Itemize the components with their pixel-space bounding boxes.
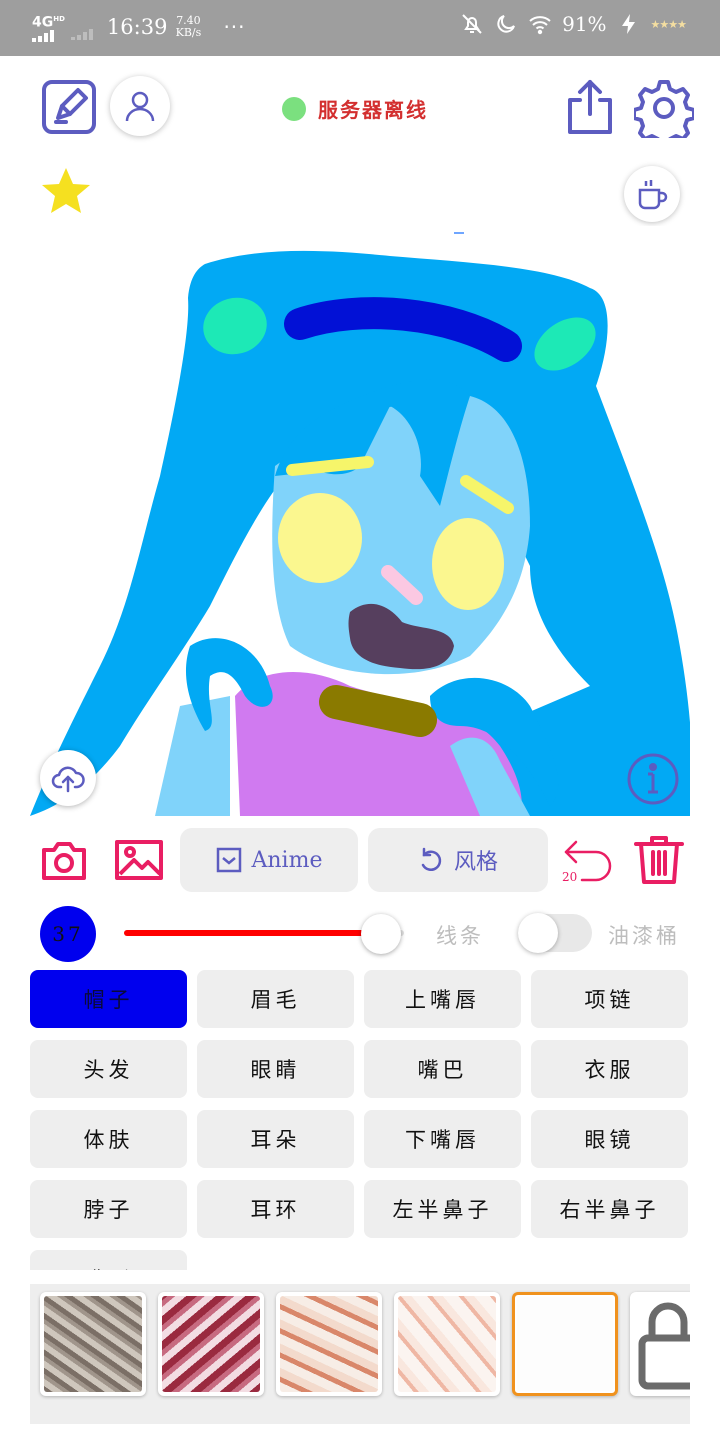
status-left: 4GHD 16:39 7.40 KB/s ··· [32,12,246,42]
trash-icon[interactable] [632,834,686,886]
net-speed: 7.40 KB/s [173,14,203,39]
status-right: 91% ★★★★ [460,12,687,36]
texture-item-2[interactable] [158,1292,264,1396]
part-button[interactable]: 右半鼻子 [531,1180,688,1238]
part-button[interactable]: 体肤 [30,1110,187,1168]
net-speed-unit: KB/s [175,25,202,39]
part-button[interactable]: 左半鼻子 [364,1180,521,1238]
camera-icon[interactable] [40,838,88,882]
check-box-icon [216,847,241,873]
signal-bars-secondary-icon [70,28,93,40]
battery-level: 91% [562,12,607,36]
neck [155,696,230,816]
settings-gear-icon[interactable] [634,78,694,138]
info-icon[interactable] [626,752,680,806]
more-notifications: ··· [223,14,246,39]
stars-badge-icon: ★★★★ [650,17,687,31]
cloud-upload-button[interactable] [40,750,96,806]
stray-stroke [454,232,464,234]
brush-size-slider[interactable] [124,914,406,954]
necklace [319,685,437,737]
texture-swatch-3 [280,1296,378,1392]
share-upload-icon[interactable] [562,78,618,136]
part-button[interactable]: 嘴形 [30,1250,187,1270]
anime-label: Anime [251,847,323,873]
top-toolbar: 服务器离线 [0,56,720,176]
part-button[interactable]: 耳环 [197,1180,354,1238]
rotate-left-icon [421,847,442,871]
slider-thumb[interactable] [361,914,401,954]
style-label: 风格 [453,850,498,875]
server-status-dot [282,96,306,121]
right-eye [432,518,504,610]
part-button[interactable]: 嘴巴 [364,1040,521,1098]
texture-item-locked[interactable] [630,1292,690,1396]
paint-bucket-toggle[interactable] [518,913,592,953]
mode-bucket-label[interactable]: 油漆桶 [608,920,680,950]
brush-row: 37 线条 油漆桶 [0,898,720,968]
slider-fill [124,930,375,936]
lock-icon [638,1302,690,1390]
edit-pen-icon[interactable] [40,78,98,136]
part-button[interactable]: 帽子 [30,970,187,1028]
part-button[interactable]: 头发 [30,1040,187,1098]
part-button[interactable]: 眉毛 [197,970,354,1028]
part-button[interactable]: 上嘴唇 [364,970,521,1028]
drawing-canvas[interactable] [30,226,690,816]
wifi-icon [529,16,551,35]
left-eye [278,493,362,583]
texture-swatch-1 [44,1296,142,1392]
moon-icon [497,15,516,33]
undo-count: 20 [562,870,578,884]
style-button[interactable]: 风格 [368,828,548,892]
texture-item-1[interactable] [40,1292,146,1396]
part-button[interactable]: 脖子 [30,1180,187,1238]
part-button[interactable]: 衣服 [531,1040,688,1098]
drawing-artwork [30,232,690,816]
coffee-cup-icon [638,180,668,210]
left-eyebrow [286,456,374,476]
cloud-upload-icon [51,766,85,793]
mute-bell-icon [462,14,482,34]
anime-button[interactable]: Anime [180,828,358,892]
toggle-knob [518,913,558,953]
part-button[interactable]: 眼睛 [197,1040,354,1098]
status-bar: 4GHD 16:39 7.40 KB/s ··· 91% ★★★★ [0,0,720,56]
charging-bolt-icon [621,14,635,34]
clock: 16:39 [106,14,168,39]
star-icon[interactable] [40,166,92,218]
texture-item-3[interactable] [276,1292,382,1396]
image-icon[interactable] [114,838,164,882]
user-icon [125,91,155,122]
part-button[interactable]: 下嘴唇 [364,1110,521,1168]
network-indicator: 4GHD [32,12,65,42]
texture-strip [30,1284,690,1424]
mode-line-label[interactable]: 线条 [436,920,484,950]
brush-size-indicator[interactable]: 37 [40,906,96,962]
user-button[interactable] [110,76,170,136]
part-grid: 帽子眉毛上嘴唇项链头发眼睛嘴巴衣服体肤耳朵下嘴唇眼镜脖子耳环左半鼻子右半鼻子嘴形 [30,970,690,1270]
texture-item-5[interactable] [512,1292,618,1396]
signal-bars-icon [32,29,54,42]
texture-swatch-4 [398,1296,496,1392]
part-button[interactable]: 耳朵 [197,1110,354,1168]
server-status: 服务器离线 [282,94,428,123]
texture-swatch-2 [162,1296,260,1392]
texture-item-4[interactable] [394,1292,500,1396]
part-button[interactable]: 眼镜 [531,1110,688,1168]
part-button[interactable]: 项链 [531,970,688,1028]
action-row: Anime 风格 20 [0,822,720,898]
network-type: 4GHD [32,14,65,31]
texture-swatch-5 [517,1297,613,1391]
server-status-text: 服务器离线 [318,98,428,122]
coffee-button[interactable] [624,166,680,222]
